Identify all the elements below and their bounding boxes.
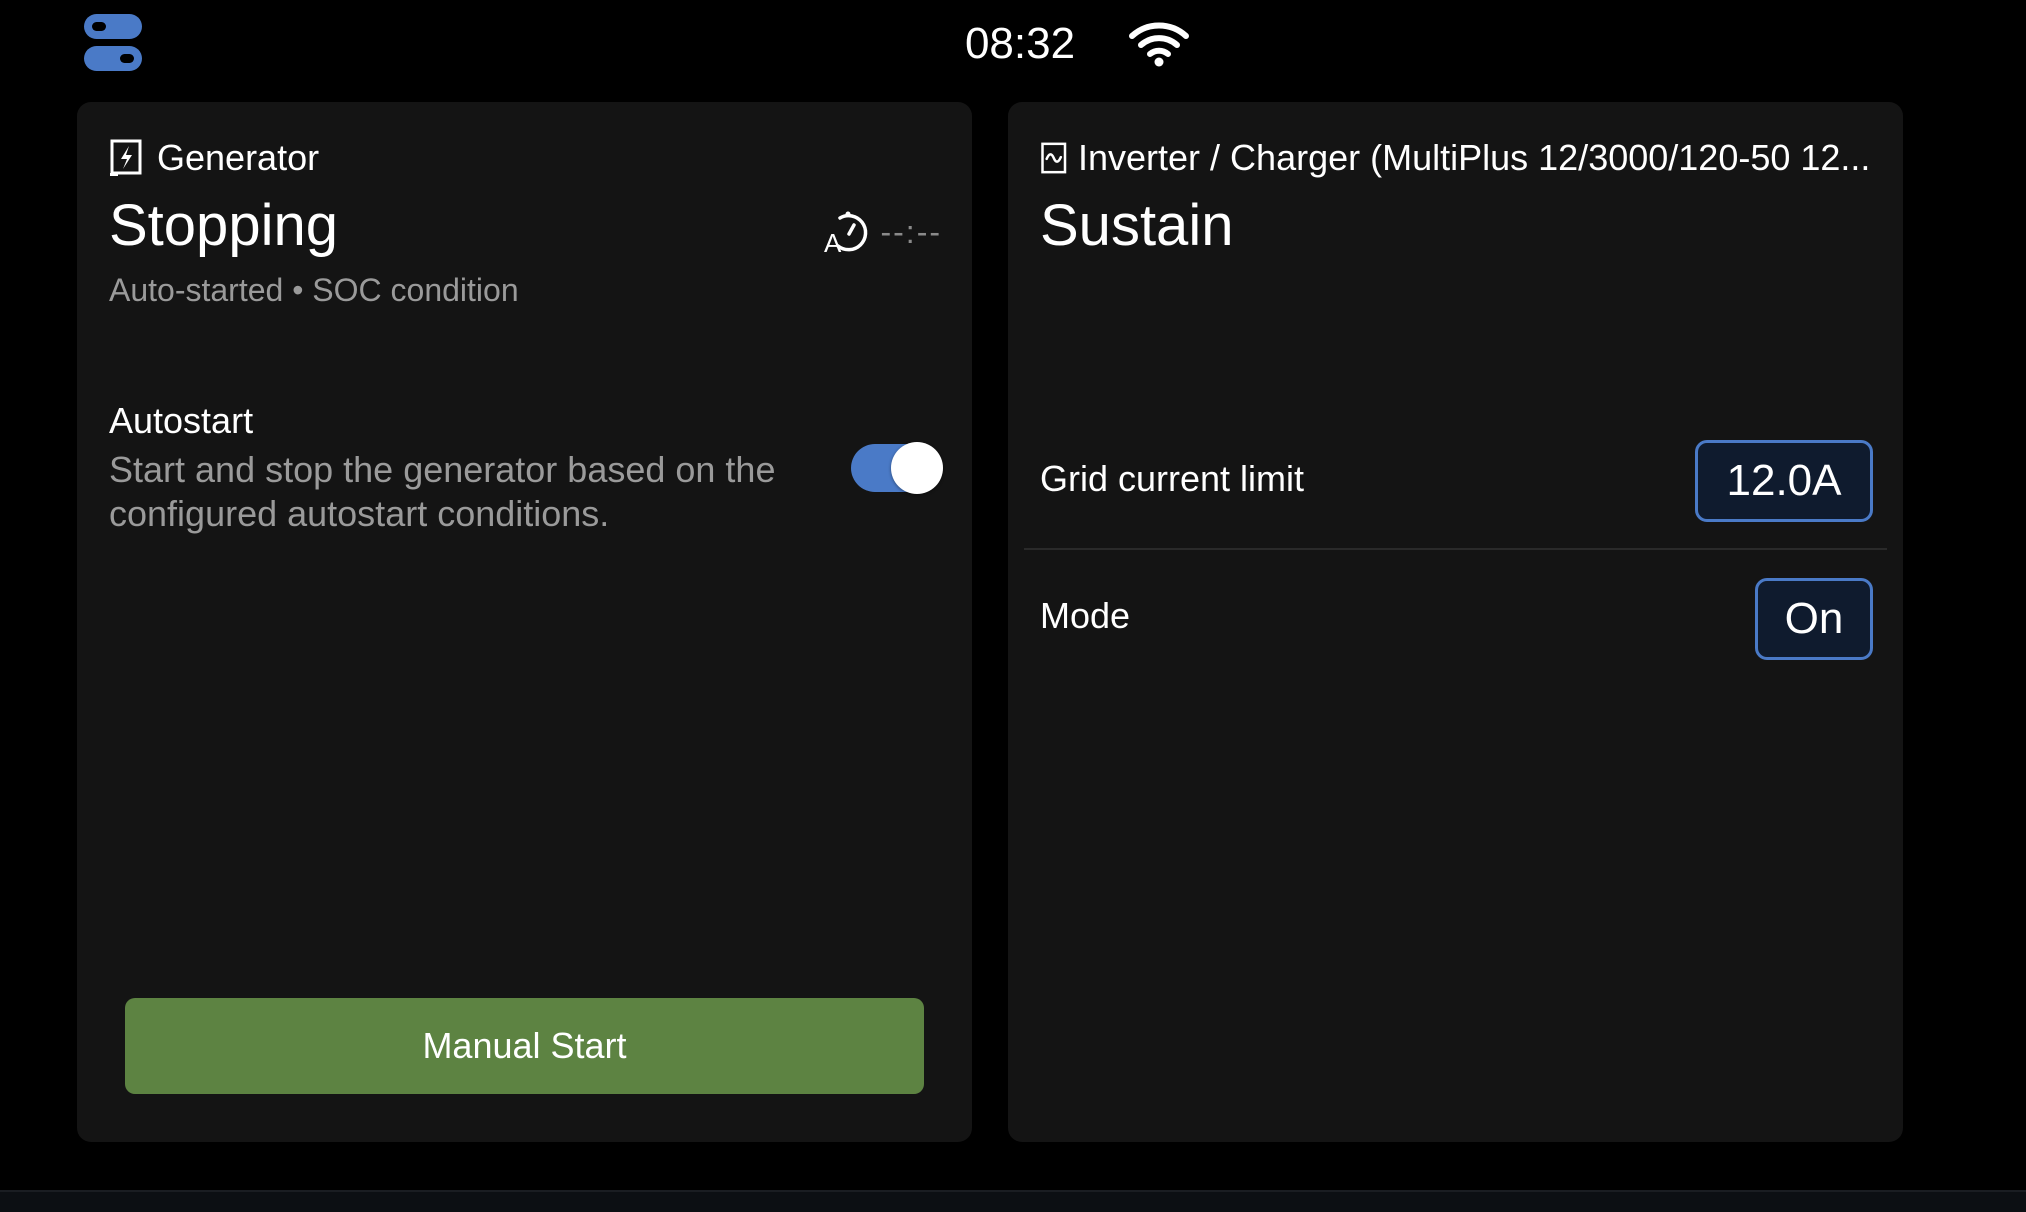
generator-substate: Auto-started • SOC condition xyxy=(109,272,519,308)
mode-row: Mode On xyxy=(1024,548,1887,684)
autostart-switch[interactable] xyxy=(851,442,943,494)
svg-text:A: A xyxy=(824,228,842,256)
generator-card: Generator Stopping Auto-started • SOC co… xyxy=(77,102,972,1142)
auto-timer-icon: A xyxy=(824,211,868,256)
autostart-description: Start and stop the generator based on th… xyxy=(109,449,776,534)
generator-state: Stopping xyxy=(109,193,338,258)
grid-current-limit-row: Grid current limit 12.0A xyxy=(1024,410,1887,550)
inverter-header: Inverter / Charger (MultiPlus 12/3000/12… xyxy=(1040,132,1877,184)
runtime-value: --:-- xyxy=(880,213,942,250)
inverter-card: Inverter / Charger (MultiPlus 12/3000/12… xyxy=(1008,102,1903,1142)
mode-button[interactable]: On xyxy=(1755,578,1873,660)
generator-title: Generator xyxy=(157,137,320,178)
controls-toggle-icon[interactable] xyxy=(84,14,142,72)
grid-current-limit-label: Grid current limit xyxy=(1040,458,1305,499)
generator-header: Generator xyxy=(109,132,319,184)
inverter-state: Sustain xyxy=(1040,193,1234,258)
status-bar: 08:32 xyxy=(0,0,2026,90)
wifi-icon xyxy=(1129,22,1189,67)
generator-runtime: A --:-- xyxy=(824,206,942,258)
grid-current-limit-button[interactable]: 12.0A xyxy=(1695,440,1873,522)
screen: 08:32 Generator Stopping Auto-started • … xyxy=(0,0,2026,1212)
generator-icon xyxy=(110,139,142,176)
manual-start-button[interactable]: Manual Start xyxy=(125,998,924,1094)
switch-knob xyxy=(891,442,943,494)
inverter-title: Inverter / Charger (MultiPlus 12/3000/12… xyxy=(1078,137,1871,178)
mode-label: Mode xyxy=(1040,595,1131,636)
autostart-title: Autostart xyxy=(109,400,254,441)
clock: 08:32 xyxy=(964,19,1076,68)
bottom-bar xyxy=(0,1190,2026,1212)
inverter-icon xyxy=(1041,142,1067,174)
